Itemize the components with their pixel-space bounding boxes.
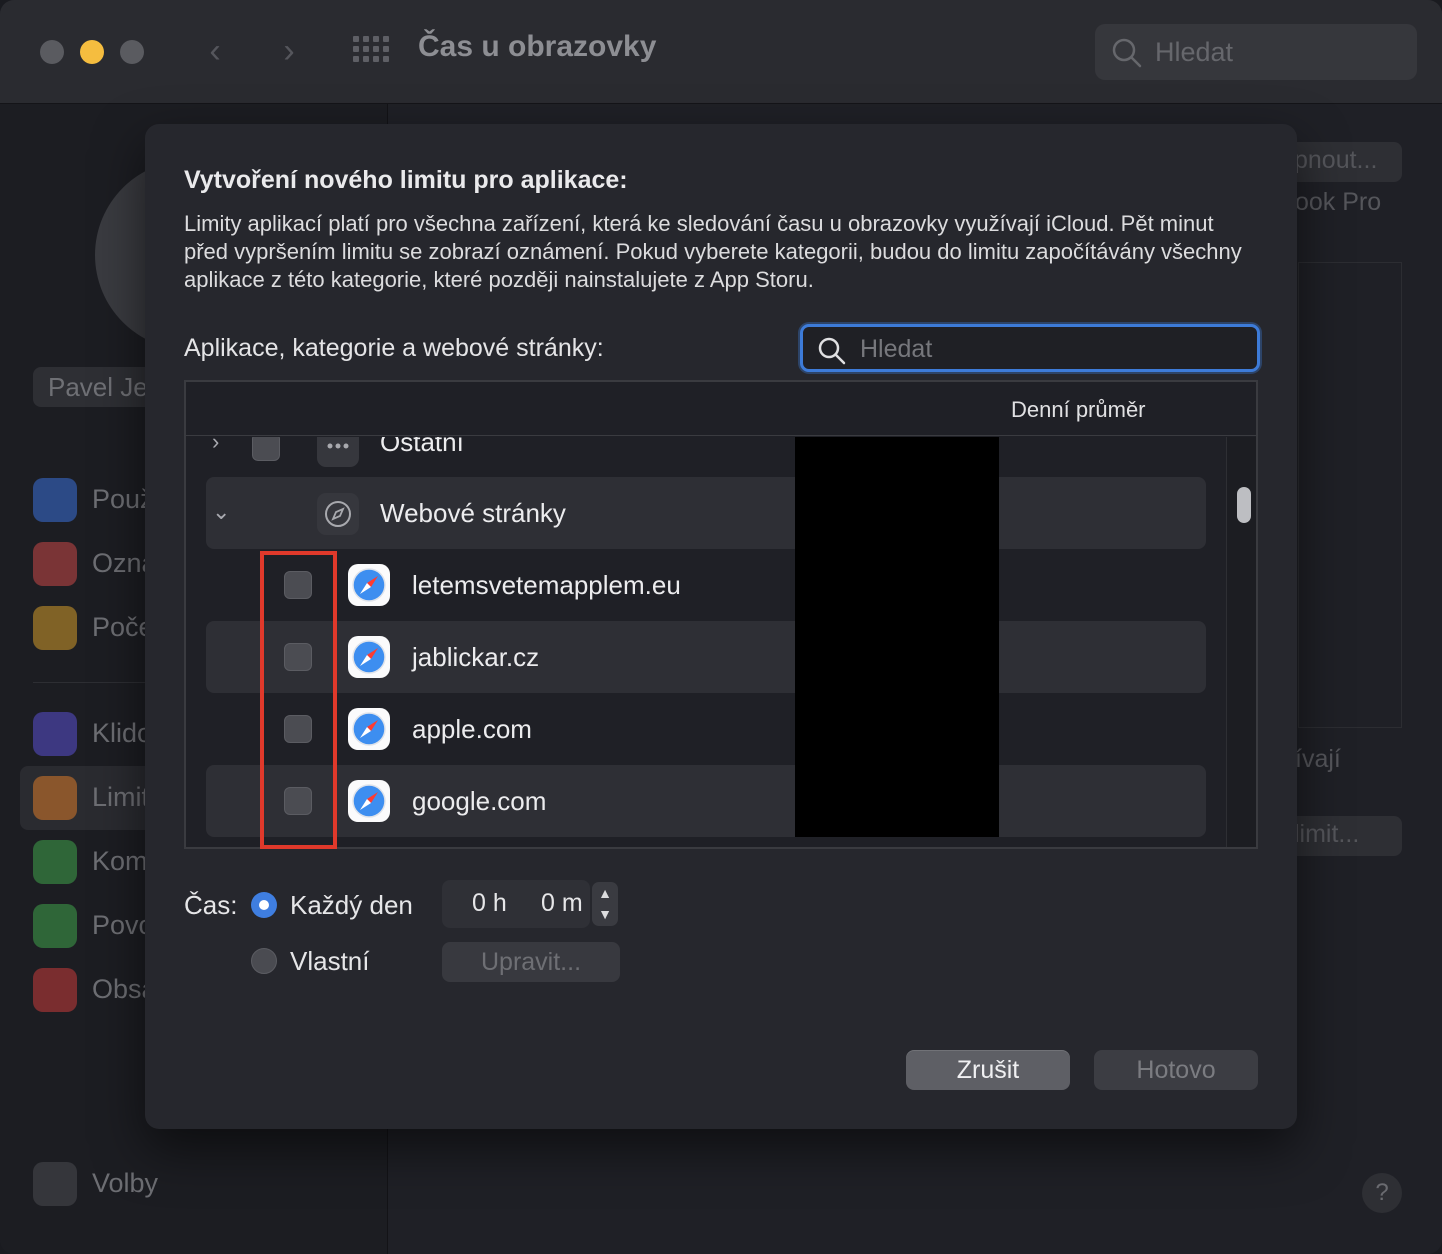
background-add-limit-button[interactable]: limit... bbox=[1280, 816, 1402, 856]
table-body: › Ostatní ⌄ Webové stránky letemsvetemap… bbox=[186, 437, 1256, 847]
bell-icon bbox=[33, 542, 77, 586]
stepper-up-icon[interactable]: ▲ bbox=[592, 883, 618, 903]
sidebar-item-options[interactable]: Volby bbox=[33, 1162, 373, 1208]
table-row-website[interactable]: google.com bbox=[206, 765, 1206, 837]
back-arrow-icon[interactable]: ‹ bbox=[200, 34, 230, 70]
window-title: Čas u obrazovky bbox=[418, 30, 657, 63]
background-button-label: limit... bbox=[1294, 820, 1360, 848]
toolbar-search-placeholder: Hledat bbox=[1155, 37, 1234, 67]
custom-label[interactable]: Vlastní bbox=[290, 946, 370, 977]
downtime-icon bbox=[33, 712, 77, 756]
safari-icon bbox=[348, 780, 390, 822]
restrict-icon bbox=[33, 968, 77, 1012]
sidebar-item-label: Klido bbox=[92, 718, 153, 748]
stepper-down-icon[interactable]: ▼ bbox=[592, 904, 618, 924]
forward-arrow-icon[interactable]: › bbox=[274, 34, 304, 70]
row-label: letemsvetemapplem.eu bbox=[412, 570, 681, 600]
contact-icon bbox=[33, 840, 77, 884]
chevron-right-icon[interactable]: › bbox=[212, 437, 219, 455]
cancel-button[interactable]: Zrušit bbox=[906, 1050, 1070, 1090]
row-label: apple.com bbox=[412, 714, 532, 744]
background-button[interactable]: pnout... bbox=[1280, 142, 1402, 182]
new-app-limit-sheet: Vytvoření nového limitu pro aplikace: Li… bbox=[145, 124, 1297, 1129]
chart-icon bbox=[33, 478, 77, 522]
apps-table: Denní průměr › Ostatní ⌄ Webové stránky … bbox=[184, 380, 1258, 849]
table-header: Denní průměr bbox=[186, 382, 1256, 436]
row-label: Webové stránky bbox=[380, 498, 566, 528]
sheet-title: Vytvoření nového limitu pro aplikace: bbox=[184, 166, 628, 194]
edit-custom-button[interactable]: Upravit... bbox=[442, 942, 620, 982]
sidebar-item-label: Kom bbox=[92, 846, 148, 876]
user-name: Pavel Je bbox=[48, 372, 148, 402]
checkbox-highlight-annotation bbox=[260, 551, 337, 849]
table-row-website[interactable]: apple.com bbox=[206, 693, 1206, 765]
table-scrollbar[interactable] bbox=[1226, 437, 1256, 847]
radio-custom[interactable] bbox=[251, 948, 277, 974]
chevron-down-icon[interactable]: ⌄ bbox=[212, 499, 230, 525]
table-row-category-websites[interactable]: ⌄ Webové stránky bbox=[206, 477, 1206, 549]
row-label: jablickar.cz bbox=[412, 642, 540, 672]
scroll-thumb[interactable] bbox=[1237, 487, 1251, 523]
background-list-panel bbox=[1298, 262, 1402, 728]
search-icon bbox=[1112, 38, 1142, 68]
safari-icon bbox=[348, 708, 390, 750]
time-stepper[interactable]: ▲ ▼ bbox=[592, 882, 618, 926]
apps-search-field[interactable]: Hledat bbox=[800, 324, 1260, 372]
system-preferences-window: ‹ › Čas u obrazovky Hledat Pavel Je Použ… bbox=[0, 0, 1442, 1254]
checkbox-other[interactable] bbox=[252, 437, 280, 461]
row-label: google.com bbox=[412, 786, 547, 816]
time-label: Čas: bbox=[184, 890, 238, 920]
zoom-window-button[interactable] bbox=[120, 40, 144, 64]
device-name-fragment: ook Pro bbox=[1295, 188, 1382, 216]
pickups-icon bbox=[33, 606, 77, 650]
checkmark-shield-icon bbox=[33, 904, 77, 948]
radio-every-day[interactable] bbox=[251, 892, 277, 918]
background-text-fragment: ívají bbox=[1295, 745, 1341, 773]
apps-search-placeholder: Hledat bbox=[860, 335, 933, 363]
search-icon bbox=[818, 337, 846, 365]
apps-categories-label: Aplikace, kategorie a webové stránky: bbox=[184, 334, 604, 362]
compass-icon bbox=[317, 493, 359, 535]
safari-icon bbox=[348, 636, 390, 678]
table-row-website[interactable]: letemsvetemapplem.eu bbox=[206, 549, 1206, 621]
titlebar: ‹ › Čas u obrazovky Hledat bbox=[0, 0, 1442, 104]
table-row-website[interactable]: jablickar.cz bbox=[206, 621, 1206, 693]
every-day-label[interactable]: Každý den bbox=[290, 890, 413, 921]
sidebar-item-label: Limit bbox=[92, 782, 150, 812]
close-window-button[interactable] bbox=[40, 40, 64, 64]
safari-icon bbox=[348, 564, 390, 606]
time-input-field[interactable]: 0 h 0 m bbox=[442, 880, 590, 928]
column-header-daily-average[interactable]: Denní průměr bbox=[1011, 397, 1146, 423]
redacted-area bbox=[795, 437, 999, 837]
sidebar-item-label: Volby bbox=[92, 1168, 159, 1198]
sheet-description: Limity aplikací platí pro všechna zaříze… bbox=[184, 211, 1242, 292]
ellipsis-icon bbox=[317, 437, 359, 467]
help-button[interactable]: ? bbox=[1362, 1173, 1402, 1213]
background-button-label: pnout... bbox=[1294, 146, 1378, 174]
minimize-window-button[interactable] bbox=[80, 40, 104, 64]
table-row-category-other[interactable]: › Ostatní bbox=[206, 437, 1206, 479]
minutes-value[interactable]: 0 m bbox=[541, 889, 583, 918]
done-button[interactable]: Hotovo bbox=[1094, 1050, 1258, 1090]
row-label: Ostatní bbox=[380, 437, 464, 457]
hours-value[interactable]: 0 h bbox=[472, 889, 507, 918]
toolbar-search-field[interactable]: Hledat bbox=[1095, 24, 1417, 80]
show-all-grid-icon[interactable] bbox=[353, 36, 389, 66]
ellipsis-icon bbox=[33, 1162, 77, 1206]
hourglass-icon bbox=[33, 776, 77, 820]
